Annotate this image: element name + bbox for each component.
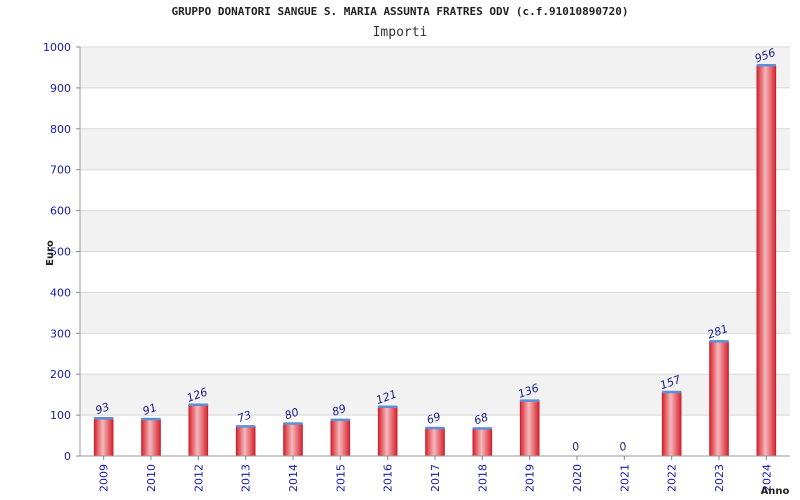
- y-tick-label: 800: [50, 123, 71, 136]
- x-tick-label: 2010: [145, 464, 158, 492]
- grid-band: [80, 47, 790, 88]
- bar-2016: [377, 406, 398, 457]
- bar-2024: [756, 64, 777, 457]
- x-tick-label: 2018: [476, 464, 489, 492]
- bar-top-2014: [283, 422, 303, 425]
- bar-2012: [188, 404, 209, 457]
- y-tick-label: 400: [50, 286, 71, 299]
- bar-2023: [709, 340, 729, 457]
- bar-2017: [425, 427, 445, 457]
- bar-2010: [141, 418, 161, 457]
- x-tick-label: 2013: [240, 464, 253, 492]
- y-tick-label: 100: [50, 409, 71, 422]
- bar-top-2018: [472, 427, 492, 430]
- bar-top-2013: [236, 425, 256, 428]
- bar-2009: [93, 417, 114, 457]
- grid-band: [80, 292, 790, 334]
- x-tick-label: 2023: [713, 464, 726, 492]
- bar-chart: 93 9112673 80 8912169 681360 0157281956 01002…: [43, 41, 790, 497]
- y-tick-label: 700: [50, 164, 71, 177]
- y-tick-label: 600: [50, 205, 71, 218]
- bar-2015: [330, 419, 351, 457]
- y-tick-label: 200: [50, 368, 71, 381]
- x-tick-label: 2022: [666, 464, 679, 492]
- bar-2019: [519, 400, 540, 457]
- bar-2018: [472, 427, 493, 457]
- y-tick-label: 0: [64, 450, 71, 463]
- x-tick-label: 2012: [192, 464, 205, 492]
- bar-2014: [283, 422, 303, 457]
- x-tick-label: 2017: [429, 464, 442, 492]
- x-axis-label: Anno: [761, 486, 790, 497]
- grid-band: [80, 210, 790, 252]
- bar-2013: [235, 425, 256, 457]
- y-tick-label: 900: [50, 82, 71, 95]
- x-tick-label: 2021: [618, 464, 631, 492]
- grid-band: [80, 251, 790, 293]
- x-tick-label: 2019: [524, 464, 537, 492]
- grid-band: [80, 169, 790, 211]
- bar-top-2015: [330, 418, 350, 422]
- bar-top-2017: [425, 426, 445, 430]
- x-tick-label: 2016: [382, 464, 395, 492]
- x-tick-label: 2009: [98, 464, 111, 492]
- grid-band: [80, 128, 790, 170]
- bar-top-2010: [141, 417, 161, 421]
- bar-top-2009: [94, 416, 114, 420]
- x-tick-label: 2014: [287, 464, 300, 492]
- bar-2022: [661, 391, 682, 457]
- x-tick-label: 2015: [334, 464, 347, 492]
- y-tick-label: 300: [50, 327, 71, 340]
- y-axis-label: Euro: [45, 240, 56, 266]
- grid-band: [80, 333, 790, 375]
- x-tick-label: 2020: [571, 464, 584, 492]
- grid-band: [80, 87, 790, 129]
- y-tick-label: 1000: [43, 41, 71, 54]
